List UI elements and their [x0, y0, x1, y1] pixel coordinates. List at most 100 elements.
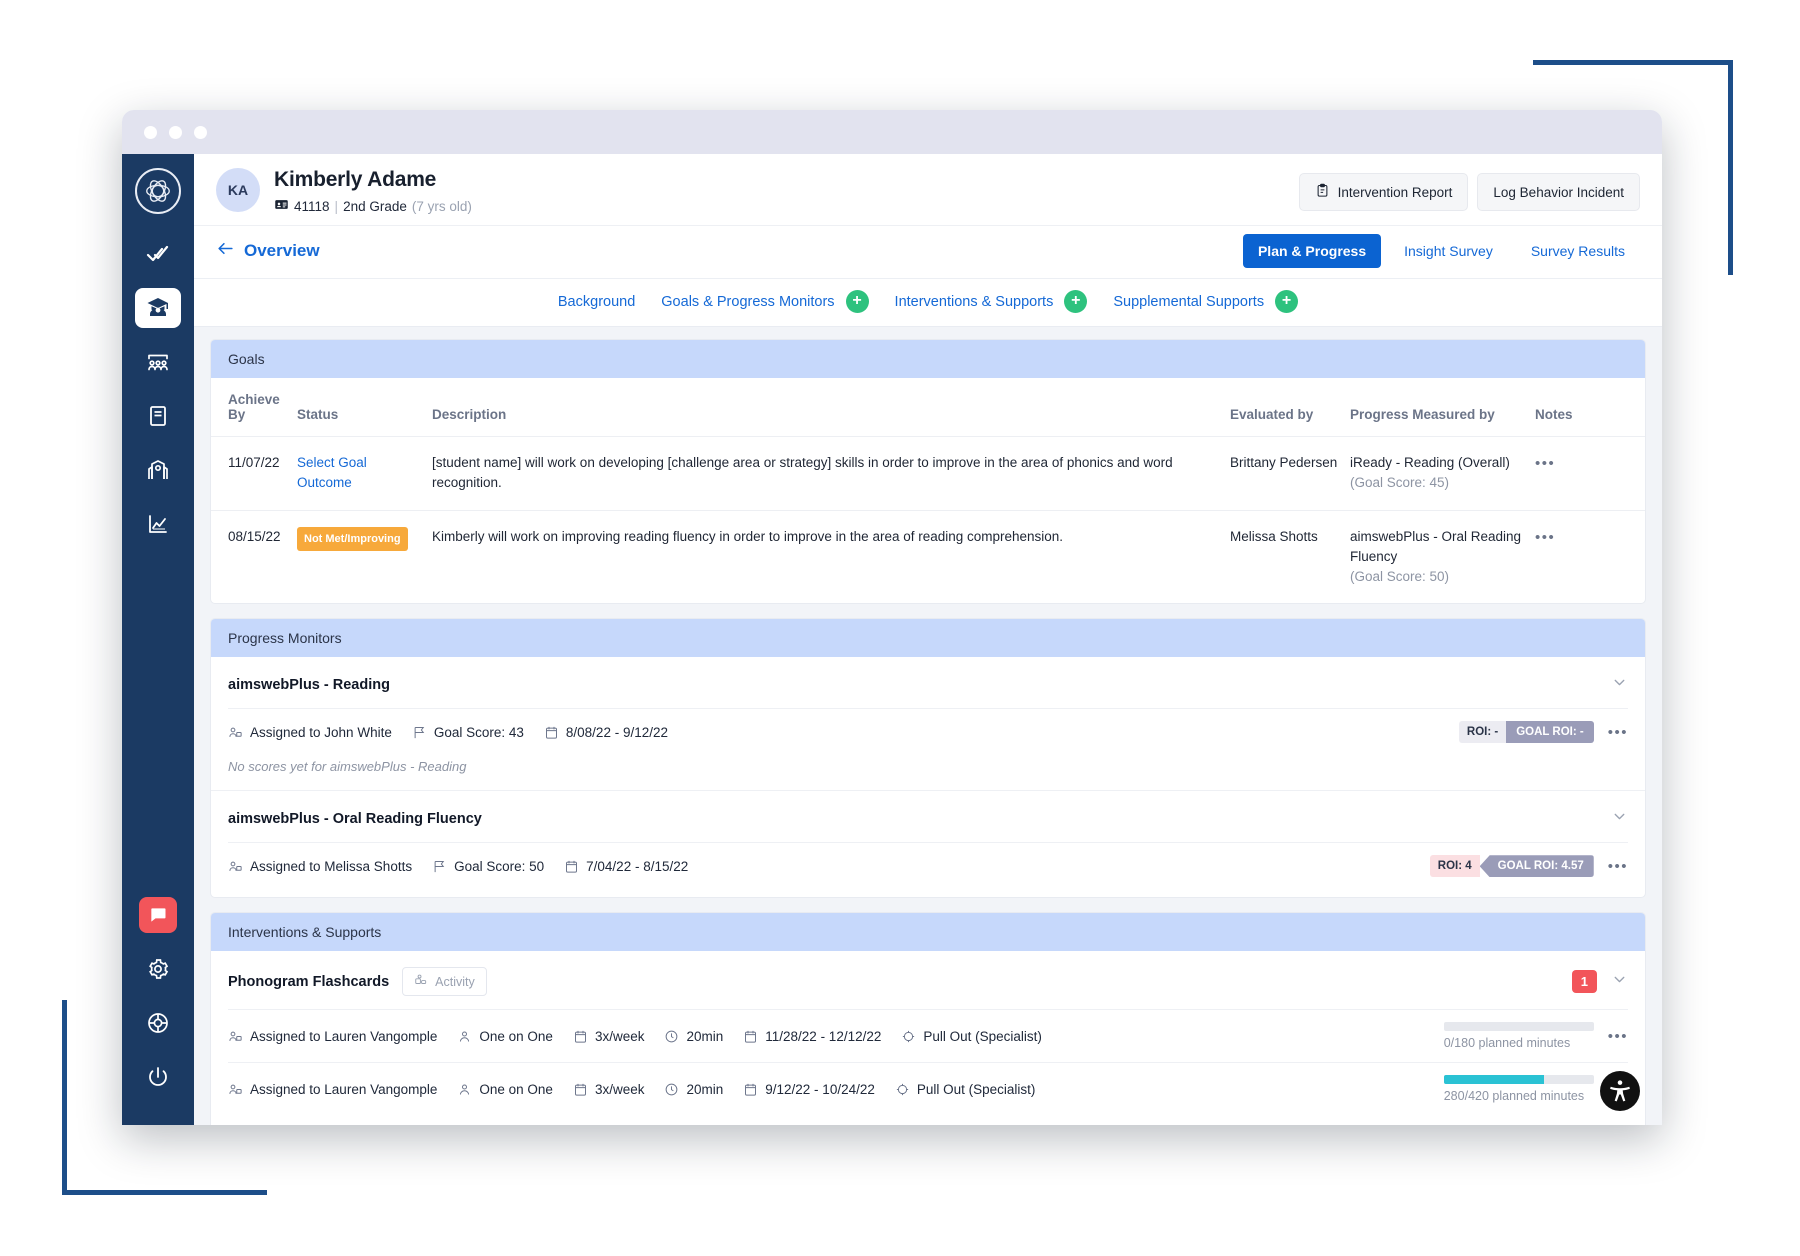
log-behavior-incident-button[interactable]: Log Behavior Incident	[1477, 173, 1640, 211]
progress-monitor-name: aimswebPlus - Oral Reading Fluency	[228, 810, 482, 827]
tab-survey-results[interactable]: Survey Results	[1516, 234, 1640, 268]
sidebar-item-groups[interactable]	[135, 342, 181, 382]
row-menu-button[interactable]: •••	[1608, 858, 1628, 875]
row-menu-button[interactable]: •••	[1535, 455, 1555, 472]
tab-plan-progress[interactable]: Plan & Progress	[1242, 234, 1382, 268]
section-link-background[interactable]: Background	[558, 294, 635, 310]
select-goal-outcome-link[interactable]: Select Goal Outcome	[297, 455, 367, 490]
student-meta: 41118 | 2nd Grade (7 yrs old)	[274, 197, 472, 215]
goal-evaluated-by: Melissa Shotts	[1230, 528, 1318, 544]
calendar-icon	[574, 1083, 586, 1096]
student-header: KA Kimberly Adame 41118 | 2nd Grade (7 y…	[194, 154, 1662, 226]
goal-achieve-by: 08/15/22	[228, 528, 281, 544]
chevron-down-icon[interactable]	[1611, 971, 1628, 992]
sidebar-chat-button[interactable]	[139, 897, 177, 933]
grouping-label: One on One	[479, 1028, 553, 1044]
duration: 20min	[664, 1029, 723, 1044]
assigned-to: Assigned to John White	[228, 725, 392, 740]
sidebar-item-school[interactable]	[135, 450, 181, 490]
browser-window: KA Kimberly Adame 41118 | 2nd Grade (7 y…	[122, 110, 1662, 1125]
date-range: 7/04/22 - 8/15/22	[564, 859, 688, 874]
window-dot-maximize[interactable]	[194, 125, 207, 139]
atom-logo-icon[interactable]	[135, 168, 181, 214]
progress-monitor-right: ROI: 4 GOAL ROI: 4.57 •••	[1429, 855, 1628, 878]
target-icon	[903, 1030, 915, 1042]
chevron-down-icon[interactable]	[1611, 808, 1628, 829]
content-scroll-area[interactable]: Goals Achieve By Status Description Eval…	[194, 327, 1662, 1125]
person-icon	[460, 1084, 470, 1095]
grouping: One on One	[457, 1082, 553, 1097]
frequency-label: 3x/week	[594, 1028, 645, 1044]
assigned-to-label: Assigned to Lauren Vangomple	[250, 1081, 438, 1097]
clock-icon	[666, 1030, 678, 1043]
window-dot-close[interactable]	[144, 125, 157, 139]
sidebar-item-logout[interactable]	[135, 1057, 181, 1097]
sidebar-item-help[interactable]	[135, 1003, 181, 1043]
goal-status: Not Met/Improving	[297, 510, 432, 603]
intervention-title-row: Phonogram Flashcards Activity 1	[228, 951, 1628, 1009]
back-to-overview-link[interactable]: Overview	[216, 239, 320, 263]
page-root: KA Kimberly Adame 41118 | 2nd Grade (7 y…	[0, 0, 1800, 1256]
section-link-goals-progress-monitors[interactable]: Goals & Progress Monitors +	[661, 290, 869, 313]
sidebar-item-students[interactable]	[135, 288, 181, 328]
tab-insight-survey[interactable]: Insight Survey	[1389, 234, 1508, 268]
add-intervention-button[interactable]: +	[1064, 290, 1088, 313]
duration-label: 20min	[686, 1028, 724, 1044]
progress-monitor-name: aimswebPlus - Reading	[228, 676, 390, 693]
location-label: Pull Out (Specialist)	[923, 1028, 1042, 1044]
section-link-interventions-supports[interactable]: Interventions & Supports +	[895, 290, 1088, 313]
row-menu-button[interactable]: •••	[1608, 1028, 1628, 1045]
goal-measure-name: iReady - Reading (Overall)	[1350, 455, 1510, 470]
goal-score: Goal Score: 43	[412, 725, 524, 740]
goals-section-header: Goals	[211, 340, 1645, 378]
goal-roi-value: GOAL ROI: -	[1506, 721, 1594, 744]
sub-navigation: Overview Plan & Progress Insight Survey …	[194, 226, 1662, 279]
location: Pull Out (Specialist)	[901, 1029, 1042, 1044]
intervention-report-button[interactable]: Intervention Report	[1298, 173, 1469, 211]
row-menu-button[interactable]: •••	[1535, 529, 1555, 546]
intervention-row: Assigned to Lauren Vangomple One on One …	[228, 1062, 1628, 1115]
tab-list: Plan & Progress Insight Survey Survey Re…	[1242, 234, 1640, 268]
accessibility-widget-button[interactable]	[1600, 1071, 1640, 1111]
sidebar-item-reports[interactable]	[135, 504, 181, 544]
intervention-row-right: 0/180 planned minutes •••	[1443, 1022, 1628, 1050]
section-link-supplemental-supports[interactable]: Supplemental Supports +	[1113, 290, 1299, 313]
student-id: 41118	[294, 198, 330, 214]
location-label: Pull Out (Specialist)	[916, 1081, 1036, 1097]
section-link-background-label: Background	[557, 293, 636, 310]
intervention-item: Phonogram Flashcards Activity 1 Assigned…	[211, 951, 1645, 1125]
activity-tag: Activity	[402, 967, 487, 997]
column-achieve-by-line2: By	[228, 407, 246, 422]
sidebar-item-settings[interactable]	[135, 949, 181, 989]
table-row: 08/15/22 Not Met/Improving Kimberly will…	[211, 510, 1645, 603]
add-goal-button[interactable]: +	[845, 290, 869, 313]
window-dot-minimize[interactable]	[169, 125, 182, 139]
flag-icon	[434, 860, 445, 872]
progress-indicator: 0/180 planned minutes	[1443, 1022, 1594, 1050]
assignee-icon	[229, 1084, 242, 1094]
goal-description: Kimberly will work on improving reading …	[432, 528, 1064, 544]
row-menu-button[interactable]: •••	[1608, 724, 1628, 741]
column-achieve-by-line1: Achieve	[228, 392, 280, 407]
target-icon	[896, 1083, 908, 1095]
column-status: Status	[297, 378, 432, 437]
progress-monitors-card: Progress Monitors aimswebPlus - Reading	[210, 618, 1646, 899]
progress-indicator: 280/420 planned minutes	[1443, 1075, 1594, 1103]
section-link-goals-label: Goals & Progress Monitors	[661, 293, 835, 310]
progress-bar-track	[1443, 1022, 1594, 1032]
window-titlebar	[122, 110, 1662, 154]
column-notes: Notes	[1535, 378, 1645, 437]
assignee-icon	[229, 861, 242, 871]
chevron-down-icon[interactable]	[1611, 674, 1628, 695]
section-navigation: Background Goals & Progress Monitors + I…	[194, 279, 1662, 327]
log-behavior-incident-label: Log Behavior Incident	[1493, 184, 1624, 200]
calendar-icon	[545, 726, 557, 739]
sidebar-item-tasks[interactable]	[135, 234, 181, 274]
main-pane: KA Kimberly Adame 41118 | 2nd Grade (7 y…	[194, 154, 1662, 1125]
status-badge[interactable]: Not Met/Improving	[297, 526, 408, 551]
assigned-to-label: Assigned to Melissa Shotts	[250, 858, 413, 874]
sidebar-item-library[interactable]	[135, 396, 181, 436]
header-actions: Intervention Report Log Behavior Inciden…	[1298, 168, 1640, 211]
add-supplemental-button[interactable]: +	[1275, 290, 1299, 313]
frequency: 3x/week	[573, 1082, 644, 1097]
